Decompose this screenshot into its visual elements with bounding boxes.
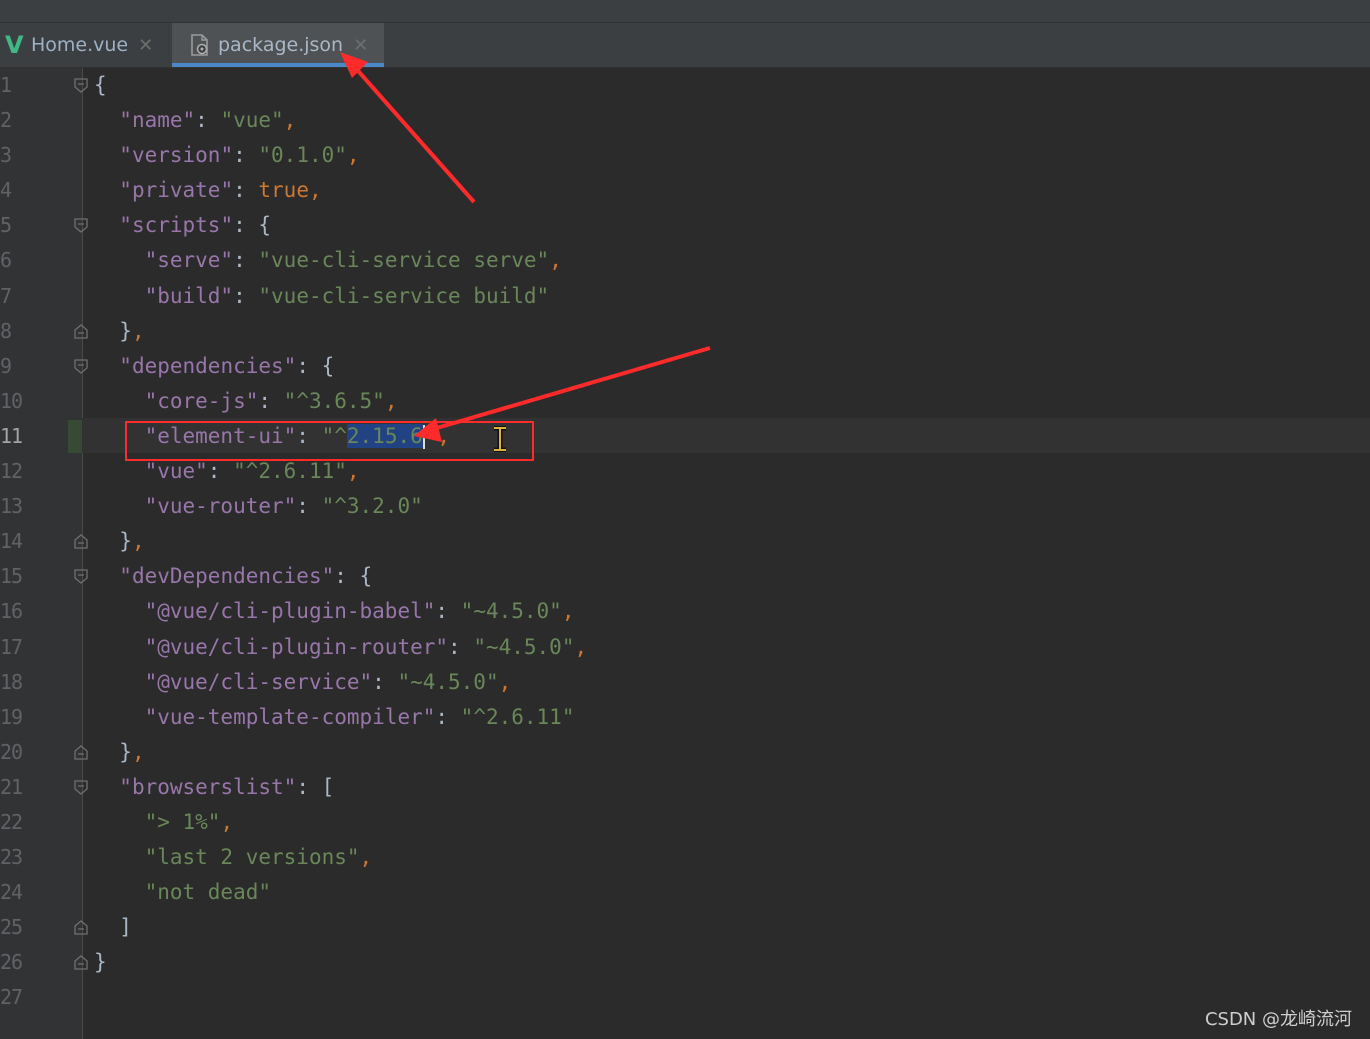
- arrow-head: [340, 52, 368, 78]
- arrow-to-version: [429, 346, 711, 432]
- arrow-head: [414, 418, 442, 442]
- watermark: CSDN @龙崎流河: [1204, 1009, 1352, 1030]
- arrow-to-tab: [350, 62, 476, 204]
- annotation-arrows: [340, 52, 711, 442]
